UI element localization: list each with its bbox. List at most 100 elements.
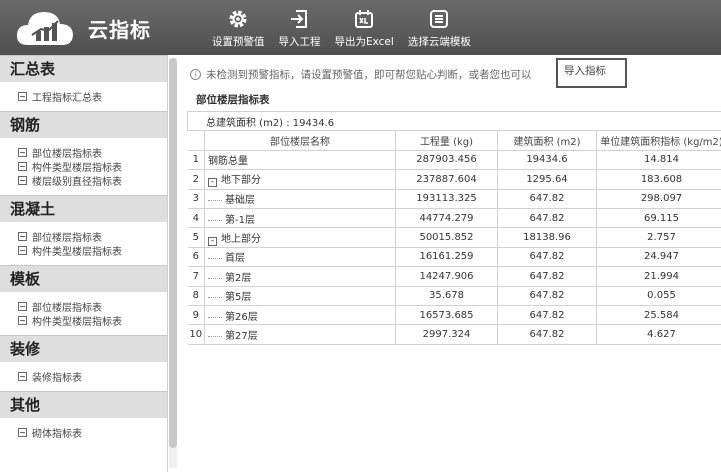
sidebar-section-formwork[interactable]: 模板	[0, 265, 167, 292]
gear-icon	[229, 10, 247, 28]
row-index: 0.055	[596, 285, 721, 306]
row-number: 2	[187, 169, 205, 190]
sidebar-item-formwork-floor[interactable]: 部位楼层指标表	[18, 300, 167, 314]
export-excel-label: 导出为Excel	[334, 36, 394, 48]
sidebar-item-concrete-component[interactable]: 构件类型楼层指标表	[18, 244, 167, 258]
row-number: 3	[187, 188, 205, 209]
collapse-toggle-icon[interactable]: -	[208, 178, 217, 188]
sidebar-item-rebar-diameter[interactable]: 楼层级别直径指标表	[18, 174, 167, 188]
sidebar-item-decoration[interactable]: 装修指标表	[18, 370, 167, 384]
table-icon	[18, 316, 27, 325]
sidebar-section-decoration[interactable]: 装修	[0, 335, 167, 362]
sidebar-item-rebar-component[interactable]: 构件类型楼层指标表	[18, 160, 167, 174]
row-index: 25.584	[596, 304, 721, 326]
row-number: 7	[187, 266, 205, 287]
row-area: 1295.64	[497, 169, 597, 190]
row-qty: 193113.325	[395, 188, 498, 209]
sidebar-section-concrete[interactable]: 混凝土	[0, 195, 167, 222]
template-icon	[430, 10, 449, 28]
table-icon	[18, 302, 27, 311]
header-qty: 工程量 (kg)	[395, 130, 498, 151]
row-qty: 35.678	[395, 285, 498, 306]
tree-line	[208, 331, 222, 337]
sidebar-item-label: 构件类型楼层指标表	[32, 163, 122, 174]
table-icon	[18, 148, 27, 157]
row-number: 4	[187, 207, 205, 229]
row-index: 4.627	[596, 324, 721, 345]
floor-index-table: 总建筑面积 (m2) : 19434.6 部位楼层名称 工程量 (kg) 建筑面…	[187, 110, 721, 345]
row-index: 69.115	[596, 207, 721, 229]
table-row[interactable]: 9 第26层 16573.685 647.82 25.584	[187, 304, 721, 326]
choose-template-button[interactable]: 选择云端模板	[408, 8, 471, 49]
sidebar-item-label: 工程指标汇总表	[32, 93, 102, 104]
row-number: 1	[187, 149, 205, 171]
row-name: 第5层	[225, 292, 252, 304]
sidebar-list-formwork: 部位楼层指标表 构件类型楼层指标表	[0, 292, 167, 335]
header-name: 部位楼层名称	[204, 130, 396, 151]
app-logo: 云指标	[14, 6, 174, 50]
table-row[interactable]: 10 第27层 2997.324 647.82 4.627	[187, 324, 721, 345]
row-number: 10	[187, 324, 205, 345]
set-warning-button[interactable]: 设置预警值	[212, 8, 265, 49]
table-icon	[18, 246, 27, 255]
import-project-label: 导入工程	[278, 36, 321, 48]
row-name: 第27层	[225, 330, 258, 342]
row-area: 647.82	[497, 285, 597, 306]
table-icon	[18, 428, 27, 437]
row-area: 647.82	[497, 246, 597, 268]
table-icon	[18, 232, 27, 241]
row-number: 9	[187, 304, 205, 326]
table-row[interactable]: 7 第2层 14247.906 647.82 21.994	[187, 266, 721, 287]
row-name-cell: 第27层	[204, 324, 396, 345]
table-row[interactable]: 8 第5层 35.678 647.82 0.055	[187, 285, 721, 306]
toolbar-buttons: 设置预警值 导入工程 导出为Excel 选择云端模板	[212, 8, 471, 49]
sidebar-item-label: 构件类型楼层指标表	[32, 317, 122, 328]
tree-line	[208, 195, 222, 202]
table-row[interactable]: 5 - 地上部分 50015.852 18138.96 2.757	[187, 227, 721, 248]
sidebar-list-concrete: 部位楼层指标表 构件类型楼层指标表	[0, 222, 167, 265]
table-row[interactable]: 4 第-1层 44774.279 647.82 69.115	[187, 207, 721, 229]
sidebar-item-rebar-floor[interactable]: 部位楼层指标表	[18, 146, 167, 160]
header-area: 建筑面积 (m2)	[497, 130, 597, 151]
sidebar-item-concrete-floor[interactable]: 部位楼层指标表	[18, 230, 167, 244]
table-row[interactable]: 6 首层 16161.259 647.82 24.947	[187, 246, 721, 268]
row-name: 钢筋总量	[208, 156, 248, 168]
row-area: 647.82	[497, 304, 597, 326]
sidebar: 汇总表 工程指标汇总表 钢筋 部位楼层指标表 构件类型楼层指标表 楼层级别直径指…	[0, 55, 168, 472]
row-area: 647.82	[497, 207, 597, 229]
sidebar-item-label: 楼层级别直径指标表	[32, 177, 122, 188]
collapse-toggle-icon[interactable]: -	[208, 236, 217, 246]
sidebar-item-label: 砌体指标表	[32, 429, 82, 440]
row-name-cell: 钢筋总量	[204, 149, 396, 171]
row-qty: 287903.456	[395, 149, 498, 171]
sidebar-item-label: 部位楼层指标表	[32, 233, 102, 244]
sidebar-item-label: 装修指标表	[32, 373, 82, 384]
table-icon	[18, 92, 27, 101]
sidebar-item-project-summary[interactable]: 工程指标汇总表	[18, 90, 167, 104]
import-index-button[interactable]: 导入指标	[556, 58, 627, 88]
import-project-button[interactable]: 导入工程	[279, 8, 321, 49]
export-excel-button[interactable]: 导出为Excel	[335, 8, 394, 49]
table-row[interactable]: 3 基础层 193113.325 647.82 298.097	[187, 188, 721, 209]
sidebar-scrollbar-thumb[interactable]	[169, 58, 177, 448]
row-name: 第26层	[225, 311, 258, 323]
sidebar-section-rebar[interactable]: 钢筋	[0, 111, 167, 138]
sidebar-section-summary[interactable]: 汇总表	[0, 55, 167, 82]
app-title: 云指标	[88, 17, 151, 42]
sidebar-item-label: 构件类型楼层指标表	[32, 247, 122, 258]
row-number: 8	[187, 285, 205, 306]
info-icon: i	[190, 68, 201, 80]
table-row[interactable]: 1 钢筋总量 287903.456 19434.6 14.814	[187, 149, 721, 171]
row-number: 5	[187, 227, 205, 248]
row-name: 基础层	[225, 195, 255, 207]
sidebar-section-other[interactable]: 其他	[0, 391, 167, 418]
row-area: 647.82	[497, 266, 597, 287]
row-area: 647.82	[497, 188, 597, 209]
header-index: 单位建筑面积指标 (kg/m2)	[596, 130, 721, 151]
sidebar-item-formwork-component[interactable]: 构件类型楼层指标表	[18, 314, 167, 328]
row-name-cell: 第-1层	[204, 207, 396, 229]
table-row[interactable]: 2 - 地下部分 237887.604 1295.64 183.608	[187, 169, 721, 190]
sidebar-item-masonry[interactable]: 砌体指标表	[18, 426, 167, 440]
table-icon	[18, 372, 27, 381]
row-number: 6	[187, 246, 205, 268]
